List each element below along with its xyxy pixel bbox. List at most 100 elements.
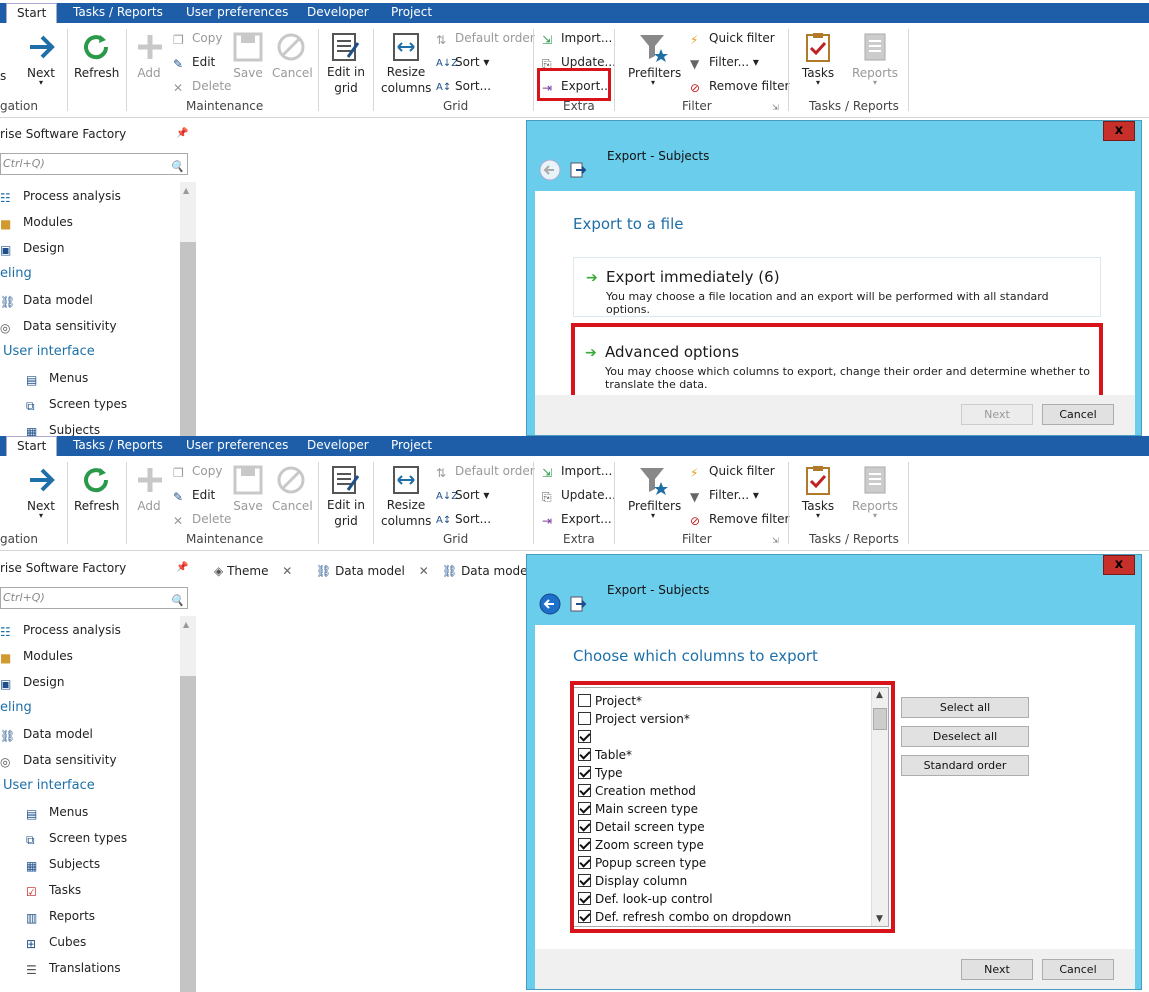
scrollbar-thumb[interactable] (180, 242, 196, 436)
sidebar-section-user-interface[interactable]: User interface (3, 778, 95, 793)
deselect-all-button[interactable]: Deselect all (901, 726, 1029, 747)
tab-tasks-reports[interactable]: Tasks / Reports (73, 436, 163, 456)
remove-filter-button[interactable]: ⊘ Remove filter (690, 510, 789, 528)
close-button[interactable]: x (1103, 121, 1135, 141)
save-button[interactable]: Save (232, 464, 264, 513)
sidebar-item-subjects[interactable]: ▦ Subjects (26, 855, 100, 873)
tasks-button[interactable]: Tasks ▾ (800, 31, 836, 87)
sidebar-item-screen-types[interactable]: ⧉ Screen types (26, 829, 127, 847)
doc-tab-data-model[interactable]: ⛓ Data model ✕ (316, 564, 429, 578)
doc-tab-data-model-2[interactable]: ⛓ Data model (442, 564, 531, 578)
sidebar-item-data-sensitivity[interactable]: ◎ Data sensitivity (0, 317, 117, 335)
resize-columns-button[interactable]: Resize columns (381, 31, 431, 96)
close-button[interactable]: x (1103, 555, 1135, 575)
add-button[interactable]: Add (134, 464, 164, 513)
add-button[interactable]: Add (134, 31, 164, 80)
sidebar-scrollbar[interactable]: ▲ (180, 616, 196, 992)
next-button[interactable]: Next (961, 404, 1033, 425)
tab-start[interactable]: Start (6, 436, 58, 456)
edit-in-grid-button[interactable]: Edit in grid (326, 31, 366, 96)
sidebar-item-screen-types[interactable]: ⧉ Screen types (26, 395, 127, 413)
sort-dialog-button[interactable]: A↕ Sort... (436, 510, 491, 528)
export-button[interactable]: ⇥ Export... (542, 510, 612, 528)
back-arrow-icon[interactable] (539, 593, 561, 615)
sidebar-item-process-analysis[interactable]: ☷ Process analysis (0, 187, 121, 205)
standard-order-button[interactable]: Standard order (901, 755, 1029, 776)
prefilters-button[interactable]: Prefilters ▾ (628, 31, 681, 87)
reports-button[interactable]: Reports ▾ (852, 31, 898, 87)
sidebar-item-cubes[interactable]: ⊞ Cubes (26, 933, 86, 951)
pin-icon[interactable]: 📌 (176, 128, 188, 139)
sort-button[interactable]: A↓ZSort ▾ (436, 486, 489, 504)
import-button[interactable]: ⇲ Import... (542, 462, 612, 480)
update-button[interactable]: ⎘ Update... (542, 486, 616, 504)
sidebar-search-input[interactable]: Ctrl+Q) 🔍 (0, 587, 188, 609)
sidebar-item-subjects[interactable]: ▦ Subjects (26, 421, 100, 436)
quick-filter-button[interactable]: ⚡ Quick filter (690, 462, 775, 480)
cancel-button[interactable]: Cancel (272, 464, 313, 513)
sidebar-item-data-model[interactable]: ⛓ Data model (0, 291, 93, 309)
sidebar-item-modules[interactable]: ■ Modules (0, 647, 73, 665)
next-button[interactable]: Next ▾ (26, 31, 56, 87)
edit-button[interactable]: ✎ Edit (173, 486, 215, 504)
cancel-button[interactable]: Cancel (1042, 404, 1114, 425)
sidebar-item-design[interactable]: ▣ Design (0, 673, 64, 691)
option-export-immediately[interactable]: ➔ Export immediately (6) You may choose … (573, 257, 1101, 317)
sidebar-section-user-interface[interactable]: User interface (3, 344, 95, 359)
sidebar-item-menus[interactable]: ▤ Menus (26, 803, 88, 821)
tasks-button[interactable]: Tasks ▾ (800, 464, 836, 520)
copy-button[interactable]: ❐ Copy (173, 462, 222, 480)
delete-button[interactable]: ✕ Delete (173, 510, 231, 528)
save-button[interactable]: Save (232, 31, 264, 80)
scroll-up-icon[interactable]: ▲ (183, 620, 189, 629)
sidebar-search-input[interactable]: Ctrl+Q) 🔍 (0, 153, 188, 175)
pin-icon[interactable]: 📌 (176, 562, 188, 573)
cancel-button[interactable]: Cancel (1042, 959, 1114, 980)
search-icon[interactable]: 🔍 (170, 157, 184, 177)
reports-button[interactable]: Reports ▾ (852, 464, 898, 520)
sidebar-item-reports[interactable]: ▥ Reports (26, 907, 95, 925)
resize-columns-button[interactable]: Resize columns (381, 464, 431, 529)
sidebar-item-data-sensitivity[interactable]: ◎ Data sensitivity (0, 751, 117, 769)
next-button[interactable]: Next ▾ (26, 464, 56, 520)
sidebar-scrollbar[interactable]: ▲ (180, 182, 196, 436)
sidebar-item-design[interactable]: ▣ Design (0, 239, 64, 257)
select-all-button[interactable]: Select all (901, 697, 1029, 718)
default-order-button[interactable]: ⇅ Default order (436, 29, 535, 47)
cancel-button[interactable]: Cancel (272, 31, 313, 80)
refresh-button[interactable]: Refresh (74, 464, 119, 513)
edit-in-grid-button[interactable]: Edit in grid (326, 464, 366, 529)
scrollbar-thumb[interactable] (180, 676, 196, 992)
sidebar-item-tasks[interactable]: ☑ Tasks (26, 881, 81, 899)
close-icon[interactable]: ✕ (282, 564, 292, 578)
sidebar-item-menus[interactable]: ▤ Menus (26, 369, 88, 387)
import-button[interactable]: ⇲ Import... (542, 29, 612, 47)
tab-user-preferences[interactable]: User preferences (186, 436, 288, 456)
tab-tasks-reports[interactable]: Tasks / Reports (73, 3, 163, 23)
sidebar-item-process-analysis[interactable]: ☷ Process analysis (0, 621, 121, 639)
scroll-up-icon[interactable]: ▲ (183, 186, 189, 195)
sort-dialog-button[interactable]: A↕ Sort... (436, 77, 491, 95)
doc-tab-theme[interactable]: ◈ Theme ✕ (214, 564, 292, 578)
tab-project[interactable]: Project (391, 3, 432, 23)
edit-button[interactable]: ✎ Edit (173, 53, 215, 71)
sidebar-item-modules[interactable]: ■ Modules (0, 213, 73, 231)
sidebar-section-modeling[interactable]: eling (0, 700, 32, 715)
tab-start[interactable]: Start (6, 3, 58, 23)
sidebar-item-data-model[interactable]: ⛓ Data model (0, 725, 93, 743)
next-button[interactable]: Next (961, 959, 1033, 980)
sidebar-item-translations[interactable]: ☰ Translations (26, 959, 121, 977)
delete-button[interactable]: ✕ Delete (173, 77, 231, 95)
filter-button[interactable]: ▼ Filter... ▾ (690, 53, 759, 71)
tab-project[interactable]: Project (391, 436, 432, 456)
default-order-button[interactable]: ⇅ Default order (436, 462, 535, 480)
quick-filter-button[interactable]: ⚡ Quick filter (690, 29, 775, 47)
filter-button[interactable]: ▼ Filter... ▾ (690, 486, 759, 504)
back-arrow-icon[interactable] (539, 159, 561, 181)
close-icon[interactable]: ✕ (419, 564, 429, 578)
prefilters-button[interactable]: Prefilters ▾ (628, 464, 681, 520)
remove-filter-button[interactable]: ⊘ Remove filter (690, 77, 789, 95)
sidebar-section-modeling[interactable]: eling (0, 266, 32, 281)
dialog-launcher-icon[interactable]: ⇲ (772, 532, 779, 550)
tab-user-preferences[interactable]: User preferences (186, 3, 288, 23)
